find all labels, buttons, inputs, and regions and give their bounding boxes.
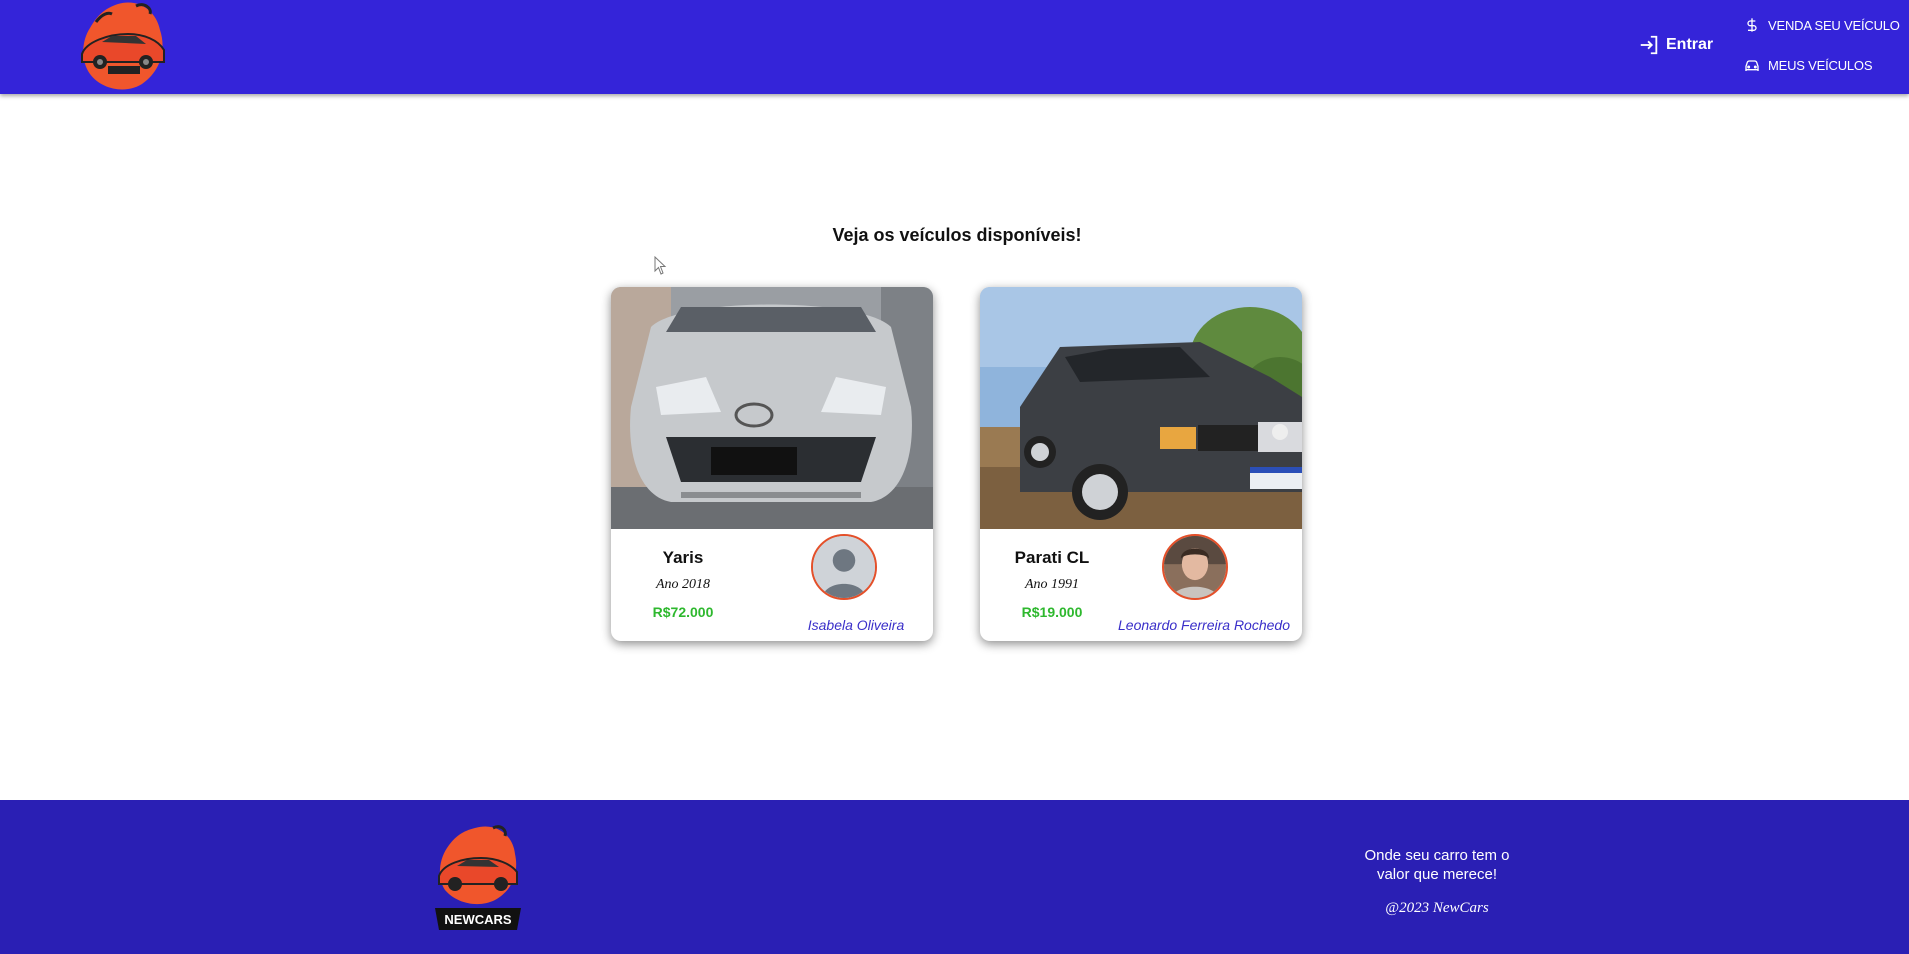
footer: NEWCARS Onde seu carro tem o valor que m… xyxy=(0,800,1909,954)
footer-copyright: @2023 NewCars xyxy=(1385,900,1489,916)
footer-slogan: Onde seu carro tem o valor que merece! xyxy=(1364,847,1510,883)
car-photo-icon xyxy=(980,287,1302,529)
seller-avatar[interactable] xyxy=(811,534,877,600)
login-icon xyxy=(1640,35,1658,55)
vehicle-price: R$19.000 xyxy=(1021,604,1083,620)
seller-name[interactable]: Leonardo Ferreira Rochedo xyxy=(1106,617,1302,633)
vehicle-photo xyxy=(611,287,933,529)
default-user-icon xyxy=(813,536,875,598)
car-icon xyxy=(1745,60,1759,71)
nav-sell-vehicle-label: VENDA SEU VEÍCULO xyxy=(1768,17,1900,33)
nav-links: VENDA SEU VEÍCULO MEUS VEÍCULOS xyxy=(1744,15,1900,95)
vehicle-card[interactable]: Yaris Ano 2018 R$72.000 Isabela Oliveira xyxy=(611,287,933,641)
login-button[interactable]: Entrar xyxy=(1638,34,1713,56)
vehicle-year: Ano 2018 xyxy=(655,577,711,592)
vehicle-price: R$72.000 xyxy=(652,604,714,620)
nav-my-vehicles-label: MEUS VEÍCULOS xyxy=(1768,57,1873,73)
seller-name[interactable]: Isabela Oliveira xyxy=(781,617,931,633)
user-photo-icon xyxy=(1164,536,1226,598)
vehicle-card[interactable]: Parati CL Ano 1991 R$19.000 Leonardo Fer… xyxy=(980,287,1302,641)
login-label: Entrar xyxy=(1666,36,1714,53)
nav-sell-vehicle[interactable]: VENDA SEU VEÍCULO xyxy=(1744,15,1900,35)
vehicle-photo xyxy=(980,287,1302,529)
seller-avatar[interactable] xyxy=(1162,534,1228,600)
vehicle-name: Parati CL xyxy=(1014,548,1090,567)
car-photo-icon xyxy=(611,287,933,529)
newcars-logo-icon[interactable] xyxy=(78,0,168,92)
nav-my-vehicles[interactable]: MEUS VEÍCULOS xyxy=(1744,55,1900,75)
dollar-icon xyxy=(1747,18,1757,32)
footer-logo-text: NEWCARS xyxy=(444,912,511,927)
top-navbar: Entrar VENDA SEU VEÍCULO MEUS VEÍCULOS xyxy=(0,0,1909,94)
page-title: Veja os veículos disponíveis! xyxy=(832,225,1082,245)
mouse-cursor-icon xyxy=(654,256,667,275)
vehicle-name: Yaris xyxy=(662,548,704,567)
newcars-logo-icon[interactable]: NEWCARS xyxy=(433,820,523,940)
vehicle-year: Ano 1991 xyxy=(1024,577,1080,592)
